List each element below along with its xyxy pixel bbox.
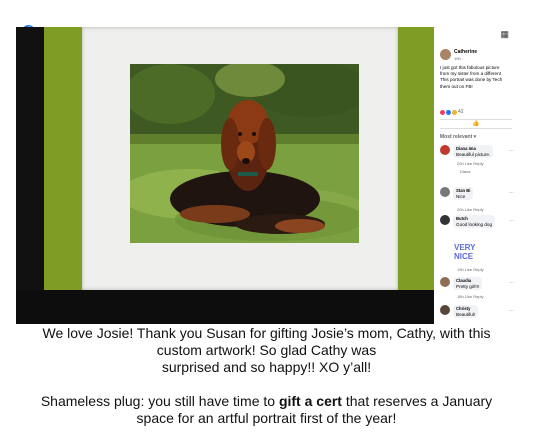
comment-text: Good looking dog [456,221,493,227]
comment-more-icon[interactable]: ··· [509,280,514,286]
caption-line: We love Josie! Thank you Susan for gifti… [42,325,491,341]
comment-actions[interactable]: 20h Like Reply [457,207,483,212]
sticker-text: VERY NICE [454,243,476,261]
like-action-row: 👍 [440,119,512,129]
comment-more-icon[interactable]: ··· [509,308,514,314]
comment-bubble: Stan Bi Nice [453,187,474,200]
gift-cert-link[interactable]: gift a cert [279,393,342,409]
post-text: I just got this fabulous picture from my… [440,65,516,90]
commenter-avatar[interactable] [440,305,450,315]
comment-actions[interactable]: 18h Like Reply [457,294,483,299]
reaction-count: 42 [458,109,464,115]
comment-text: Beautiful! [456,311,476,317]
comment-bubble: Diana Ima Beautiful picture. [453,145,494,158]
facebook-screenshot: ▦ Catherine 19h · I just got this fabulo… [16,27,517,324]
comment-actions[interactable]: 19h Like Reply [457,267,483,272]
comment-text: Pretty girl!!! [456,283,480,289]
reply-preview[interactable]: Diana [460,169,470,174]
commenter-avatar[interactable] [440,145,450,155]
comment-bubble: Claudia Pretty girl!!! [453,277,483,290]
facebook-post-panel: ▦ Catherine 19h · I just got this fabulo… [434,27,517,324]
post-photo[interactable] [16,27,434,324]
caption-line: Shameless plug: you still have time to g… [0,393,533,410]
very-nice-sticker: VERY NICE [454,243,480,263]
reaction-summary[interactable]: 42 [440,109,464,115]
comment-actions[interactable]: 20h Like Reply [457,161,483,166]
comment-text: Nice [456,193,466,199]
comment-bubble: Butch Good looking dog [453,215,496,228]
caption-plug-text-end: that reserves a January [341,393,493,409]
like-reaction-icon [446,109,451,115]
picture-mat [82,27,398,290]
comment-sort-dropdown[interactable]: Most relevant ▾ [440,134,476,140]
post-author[interactable]: Catherine [454,49,477,55]
author-avatar[interactable] [440,49,451,60]
caption-text: We love Josie! Thank you Susan for gifti… [0,325,533,427]
comment-more-icon[interactable]: ··· [509,218,514,224]
photo-bottom-strip [16,290,434,324]
caption-line: space for an artful portrait first of th… [136,410,397,426]
commenter-avatar[interactable] [440,187,450,197]
post-text-line: them out on FB! [440,83,473,89]
comment-more-icon[interactable]: ··· [509,190,514,196]
caption-line: surprised and so happy!! XO y’all! [161,359,372,375]
comment-more-icon[interactable]: ··· [509,148,514,154]
comment-text: Beautiful picture. [456,151,491,157]
comment-bubble: Christy Beautiful! [453,305,479,318]
love-reaction-icon [440,109,445,115]
caption-line: custom artwork! So glad Cathy was [156,342,377,358]
caption-plug-text: Shameless plug: you still have time to [40,393,279,409]
menu-grid-icon[interactable]: ▦ [500,29,509,40]
commenter-avatar[interactable] [440,215,450,225]
wow-reaction-icon [452,109,457,115]
dog-portrait-painting [130,64,359,243]
thumbs-up-icon[interactable]: 👍 [472,121,479,127]
commenter-avatar[interactable] [440,277,450,287]
post-timestamp[interactable]: 19h · [454,56,463,61]
